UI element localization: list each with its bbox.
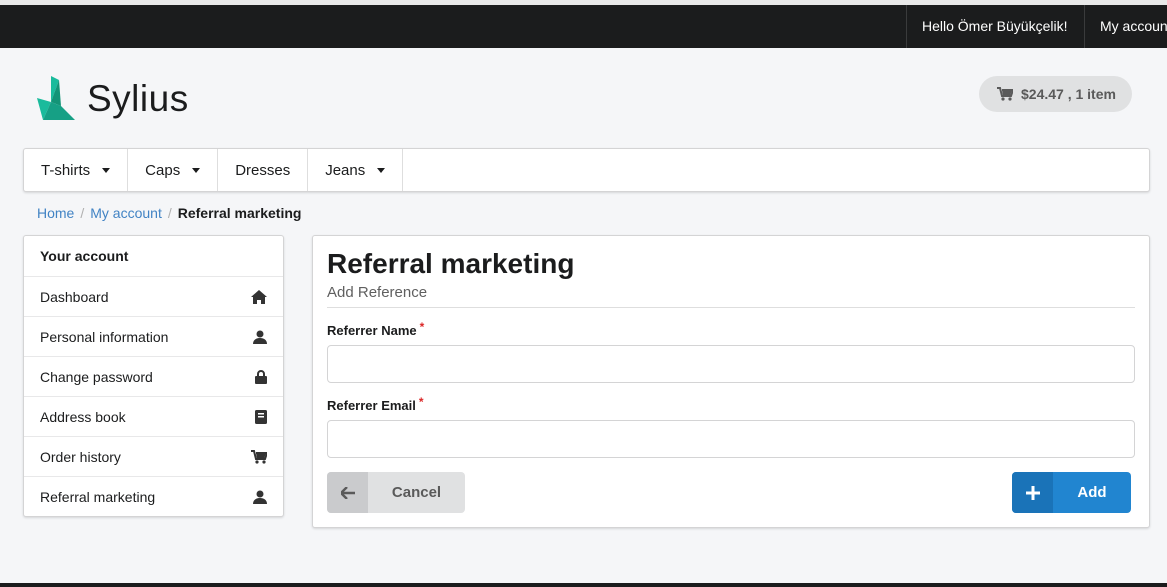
sidebar-item-label: Change password	[40, 368, 153, 385]
sidebar-item-change-password[interactable]: Change password	[24, 356, 283, 396]
add-button[interactable]: Add	[1012, 472, 1131, 513]
breadcrumb: Home / My account / Referral marketing	[37, 205, 301, 221]
arrow-left-icon	[327, 472, 368, 513]
referrer-email-label: Referrer Email *	[327, 395, 424, 413]
menu-item-tshirts[interactable]: T-shirts	[24, 149, 129, 191]
greeting-text: Hello Ömer Büyükçelik!	[906, 5, 1083, 48]
menu-item-jeans[interactable]: Jeans	[308, 149, 404, 191]
required-mark: *	[419, 320, 425, 334]
page-subtitle: Add Reference	[327, 284, 428, 301]
category-menu: T-shirts Caps Dresses Jeans	[23, 148, 1150, 192]
sidebar-item-personal-information[interactable]: Personal information	[24, 316, 283, 356]
referrer-name-label-text: Referrer Name	[327, 323, 417, 338]
window-bottom-edge	[0, 583, 1167, 587]
sidebar-item-label: Personal information	[40, 328, 169, 345]
page-title: Referral marketing	[327, 248, 575, 279]
referrer-name-input[interactable]	[327, 345, 1135, 383]
required-mark: *	[418, 395, 424, 409]
breadcrumb-home[interactable]: Home	[37, 205, 74, 221]
sidebar-item-address-book[interactable]: Address book	[24, 396, 283, 436]
sidebar-header-label: Your account	[40, 248, 129, 264]
add-label: Add	[1077, 484, 1107, 501]
breadcrumb-separator: /	[80, 205, 85, 221]
swan-logo-icon	[37, 76, 75, 120]
sidebar-item-order-history[interactable]: Order history	[24, 436, 283, 476]
sidebar-header: Your account	[24, 236, 283, 276]
referrer-email-label-text: Referrer Email	[327, 398, 416, 413]
cancel-button[interactable]: Cancel	[327, 472, 465, 513]
sidebar-item-label: Dashboard	[40, 288, 109, 305]
breadcrumb-current: Referral marketing	[177, 205, 302, 221]
menu-label: Caps	[145, 161, 181, 179]
sidebar-item-dashboard[interactable]: Dashboard	[24, 276, 283, 316]
cart-icon	[251, 449, 267, 464]
menu-label: Jeans	[325, 161, 366, 179]
account-sidebar: Your account Dashboard Personal informat…	[23, 235, 284, 517]
breadcrumb-separator: /	[167, 205, 172, 221]
menu-label: T-shirts	[41, 161, 91, 179]
caret-down-icon	[192, 167, 201, 173]
sidebar-item-label: Referral marketing	[40, 488, 156, 505]
referrer-email-input[interactable]	[327, 420, 1135, 458]
cart-icon	[997, 87, 1013, 101]
sidebar-item-label: Order history	[40, 448, 121, 465]
menu-label: Dresses	[235, 161, 291, 179]
logo-text: Sylius	[87, 78, 189, 119]
referrer-name-label: Referrer Name *	[327, 320, 425, 338]
user-icon	[253, 490, 267, 504]
lock-icon	[255, 369, 267, 384]
caret-down-icon	[377, 167, 386, 173]
top-bar: Hello Ömer Büyükçelik! My account	[0, 5, 1167, 48]
book-icon	[255, 409, 267, 424]
header-divider	[327, 307, 1135, 308]
home-icon	[251, 289, 267, 304]
logo[interactable]: Sylius	[37, 76, 189, 122]
sidebar-item-referral-marketing[interactable]: Referral marketing	[24, 476, 283, 516]
plus-icon	[1012, 472, 1053, 513]
cart-summary: $24.47 , 1 item	[1021, 86, 1116, 102]
breadcrumb-account[interactable]: My account	[90, 205, 162, 221]
menu-item-caps[interactable]: Caps	[128, 149, 219, 191]
menu-item-dresses[interactable]: Dresses	[218, 149, 309, 191]
sidebar-item-label: Address book	[40, 408, 126, 425]
cart-button[interactable]: $24.47 , 1 item	[979, 76, 1132, 112]
user-icon	[253, 330, 267, 344]
caret-down-icon	[102, 167, 111, 173]
my-account-link[interactable]: My account	[1084, 5, 1167, 48]
cancel-label: Cancel	[391, 484, 442, 501]
referral-form-panel: Referral marketing Add Reference Referre…	[312, 235, 1150, 528]
